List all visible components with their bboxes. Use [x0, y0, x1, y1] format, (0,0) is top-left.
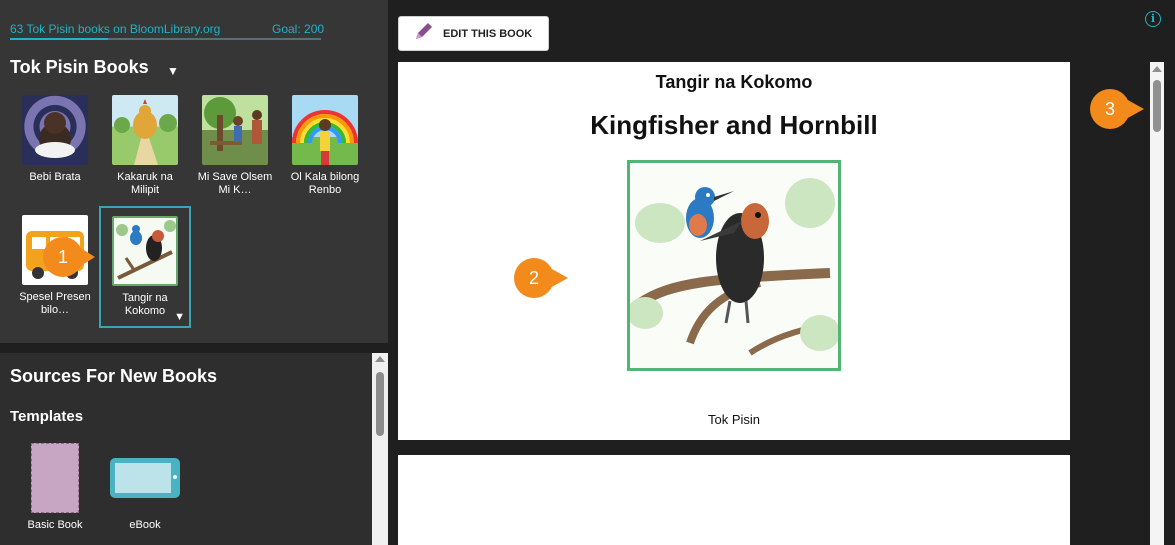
- panel-divider[interactable]: [0, 343, 388, 353]
- book-menu-chevron-down-icon[interactable]: ▼: [174, 311, 185, 324]
- template-ebook[interactable]: eBook: [100, 458, 190, 531]
- collection-panel: 63 Tok Pisin books on BloomLibrary.org G…: [0, 0, 388, 343]
- pencil-icon: [413, 20, 435, 47]
- book-item[interactable]: Ol Kala bilong Renbo: [283, 95, 367, 197]
- book-item[interactable]: Mi Save Olsem Mi K…: [193, 95, 277, 197]
- book-page-cover: Tangir na Kokomo Kingfisher and Hornbill…: [398, 62, 1070, 440]
- collection-menu-chevron-down-icon[interactable]: ▼: [167, 64, 179, 78]
- book-title: Mi Save Olsem Mi K…: [197, 171, 273, 196]
- book-title: Bebi Brata: [29, 171, 81, 183]
- books-count-label[interactable]: 63 Tok Pisin books on BloomLibrary.org: [10, 22, 220, 36]
- book-thumbnail: [202, 95, 268, 165]
- basic-book-icon: [31, 443, 79, 513]
- book-language: Tok Pisin: [707, 412, 761, 427]
- callout-number: 3: [1090, 89, 1130, 129]
- edit-this-book-button[interactable]: EDIT THIS BOOK: [398, 16, 549, 51]
- info-icon[interactable]: i: [1145, 11, 1161, 27]
- preview-scrollbar-thumb[interactable]: [1153, 80, 1161, 132]
- sources-scrollbar-thumb[interactable]: [376, 372, 384, 436]
- book-title: Spesel Presen bilo…: [19, 291, 91, 316]
- book-title: Kakaruk na Milipit: [117, 171, 173, 196]
- book-item-selected[interactable]: Tangir na Kokomo ▼: [99, 206, 191, 328]
- book-title-english: Kingfisher and Hornbill: [590, 110, 878, 140]
- callout-number: 1: [43, 237, 83, 277]
- callout-1: 1: [43, 237, 95, 277]
- book-thumbnail: [112, 95, 178, 165]
- book-title-local: Tangir na Kokomo: [655, 72, 813, 92]
- template-label: eBook: [129, 519, 161, 531]
- book-title: Ol Kala bilong Renbo: [290, 171, 360, 196]
- book-item[interactable]: Kakaruk na Milipit: [103, 95, 187, 197]
- edit-button-label: EDIT THIS BOOK: [443, 27, 533, 40]
- preview-scrollbar[interactable]: [1150, 62, 1164, 545]
- book-thumbnail: [22, 95, 88, 165]
- goal-label: Goal: 200: [272, 22, 325, 36]
- tablet-icon: [110, 458, 180, 498]
- sources-title: Sources For New Books: [10, 366, 218, 386]
- template-label: Basic Book: [27, 519, 83, 531]
- book-item[interactable]: Bebi Brata: [13, 95, 97, 184]
- cover-image: [627, 160, 841, 371]
- templates-heading: Templates: [10, 408, 84, 425]
- template-basic-book[interactable]: Basic Book: [10, 443, 100, 531]
- callout-3: 3: [1090, 89, 1144, 129]
- progress-bar: [10, 38, 321, 40]
- book-page-next: [398, 455, 1070, 545]
- collection-title: Tok Pisin Books: [10, 57, 149, 77]
- progress-fill: [10, 38, 108, 40]
- book-thumbnail: [292, 95, 358, 165]
- callout-number: 2: [514, 258, 554, 298]
- callout-2: 2: [514, 258, 568, 298]
- book-thumbnail: [112, 216, 178, 286]
- scroll-up-arrow-icon[interactable]: [375, 356, 385, 362]
- scroll-up-arrow-icon[interactable]: [1152, 66, 1162, 72]
